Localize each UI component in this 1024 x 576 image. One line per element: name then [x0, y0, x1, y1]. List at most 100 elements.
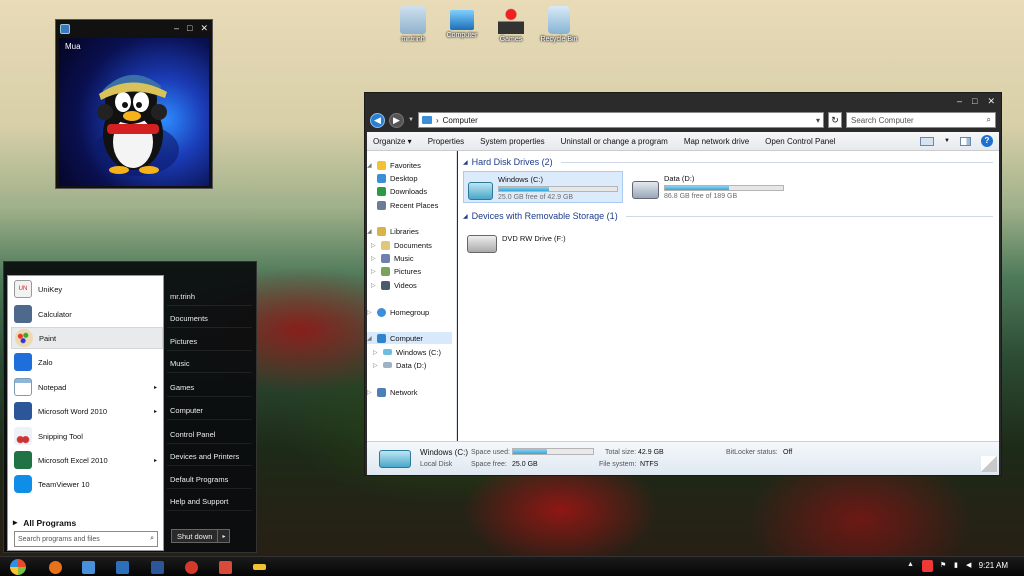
action-center-icon[interactable]: ⚑ [940, 561, 946, 569]
nav-data-d[interactable]: ▷ Data (D:) [373, 359, 426, 371]
volume-icon[interactable]: ◀ [966, 561, 971, 569]
taskbar-media-player[interactable] [107, 558, 137, 576]
drive-usage-fill [499, 187, 549, 191]
start-link-pictures[interactable]: Pictures [167, 333, 252, 351]
drive-icon [383, 349, 392, 355]
all-programs-button[interactable]: ▸ All Programs [13, 517, 76, 528]
network-tray-icon[interactable]: ▮ [954, 561, 958, 569]
program-snipping-tool[interactable]: Snipping Tool [11, 425, 163, 447]
back-button[interactable]: ◀ [370, 112, 385, 128]
vivaldi-tray-icon[interactable] [922, 560, 933, 572]
command-bar: Organize ▾ Properties System properties … [367, 132, 999, 151]
nav-downloads[interactable]: Downloads [377, 185, 427, 197]
taskbar-file-explorer[interactable] [73, 558, 103, 576]
maximize-button[interactable]: □ [187, 23, 192, 34]
space-used-fill [513, 449, 547, 454]
nav-computer[interactable]: ◢ Computer [367, 332, 452, 344]
chevron-down-icon[interactable]: ▼ [944, 138, 950, 144]
shutdown-button[interactable]: Shut down [172, 530, 219, 542]
address-bar[interactable]: › Computer ▾ [417, 112, 824, 128]
start-link-documents[interactable]: Documents [167, 310, 252, 328]
joystick-icon [498, 6, 524, 34]
nav-network[interactable]: ▷ Network [367, 386, 418, 398]
desktop-icon-recycle-bin[interactable]: Recycle Bin [534, 6, 584, 43]
taskbar-word[interactable] [142, 558, 172, 576]
show-hidden-icons-button[interactable]: ▲ [907, 561, 914, 568]
taskbar-app[interactable] [244, 558, 274, 576]
program-unikey[interactable]: UN UniKey [11, 278, 163, 300]
taskbar-paint[interactable] [210, 558, 240, 576]
map-network-drive-button[interactable]: Map network drive [684, 137, 749, 146]
submenu-arrow-icon[interactable]: ▸ [154, 408, 157, 415]
start-link-user[interactable]: mr.trinh [167, 288, 252, 306]
nav-windows-c[interactable]: ▷ Windows (C:) [373, 346, 441, 358]
desktop-icon-games[interactable]: Games [486, 6, 536, 43]
clock[interactable]: 9:21 AM [979, 561, 1008, 570]
start-button[interactable] [4, 558, 32, 576]
start-search-input[interactable]: Search programs and files ⌕ [14, 531, 158, 547]
search-placeholder: Search Computer [851, 115, 914, 125]
nav-desktop[interactable]: Desktop [377, 172, 418, 184]
view-options-icon[interactable] [920, 136, 935, 146]
nav-documents[interactable]: ▷ Documents [371, 239, 432, 251]
group-removable-storage[interactable]: ◢ Devices with Removable Storage (1) [463, 211, 993, 221]
start-link-help-support[interactable]: Help and Support [167, 493, 252, 511]
open-control-panel-button[interactable]: Open Control Panel [765, 137, 835, 146]
group-hard-disk-drives[interactable]: ◢ Hard Disk Drives (2) [463, 157, 993, 167]
desktop-icon-computer[interactable]: Computer [437, 6, 487, 39]
nav-homegroup[interactable]: ▷ Homegroup [367, 306, 429, 318]
details-pane: Windows (C:) Local Disk Space used: Spac… [367, 441, 999, 475]
start-link-default-programs[interactable]: Default Programs [167, 471, 252, 489]
submenu-arrow-icon[interactable]: ▸ [154, 384, 157, 391]
drive-dvd-f[interactable]: DVD RW Drive (F:) [463, 225, 623, 257]
help-icon[interactable]: ? [981, 135, 993, 147]
preview-pane-icon[interactable] [960, 136, 971, 146]
mua-titlebar[interactable]: – □ ✕ [56, 20, 212, 37]
nav-music[interactable]: ▷ Music [371, 252, 414, 264]
minimize-button[interactable]: – [957, 96, 962, 107]
start-link-devices-printers[interactable]: Devices and Printers [167, 448, 252, 466]
videos-icon [381, 280, 390, 290]
nav-libraries[interactable]: ◢ Libraries [367, 225, 419, 237]
maximize-button[interactable]: □ [972, 96, 977, 107]
music-icon [381, 253, 390, 263]
program-teamviewer[interactable]: TeamViewer 10 [11, 473, 163, 495]
taskbar-firefox[interactable] [40, 558, 70, 576]
nav-recent-places[interactable]: Recent Places [377, 199, 438, 211]
forward-button[interactable]: ▶ [389, 112, 404, 128]
uninstall-button[interactable]: Uninstall or change a program [561, 137, 668, 146]
nav-videos[interactable]: ▷ Videos [371, 279, 417, 291]
properties-button[interactable]: Properties [428, 137, 464, 146]
taskbar-chrome[interactable] [176, 558, 206, 576]
paint-icon [218, 560, 232, 574]
close-button[interactable]: ✕ [987, 96, 995, 107]
program-calculator[interactable]: Calculator [11, 303, 163, 325]
start-link-computer[interactable]: Computer [167, 402, 252, 420]
program-word-2010[interactable]: Microsoft Word 2010 ▸ [11, 400, 163, 422]
recent-pages-icon[interactable]: ▼ [408, 117, 414, 123]
close-button[interactable]: ✕ [200, 23, 208, 34]
desktop-icon-user[interactable]: mr.trinh [388, 6, 438, 43]
start-link-control-panel[interactable]: Control Panel [167, 426, 252, 444]
program-paint[interactable]: Paint [11, 327, 163, 349]
drive-data-d[interactable]: Data (D:) 86.8 GB free of 189 GB [628, 171, 788, 203]
explorer-window[interactable]: – □ ✕ ◀ ▶ ▼ › Computer ▾ ↻ Search Comput… [364, 92, 1002, 476]
nav-favorites[interactable]: ◢ Favorites [367, 159, 421, 171]
shutdown-options-button[interactable]: ▸ [218, 530, 229, 542]
address-dropdown-icon[interactable]: ▾ [816, 116, 820, 125]
start-link-music[interactable]: Music [167, 355, 252, 373]
organize-button[interactable]: Organize ▾ [373, 137, 412, 146]
program-notepad[interactable]: Notepad ▸ [11, 376, 163, 398]
firefox-icon [48, 560, 62, 574]
search-input[interactable]: Search Computer ⌕ [846, 112, 996, 128]
submenu-arrow-icon[interactable]: ▸ [154, 457, 157, 464]
program-zalo[interactable]: Zalo [11, 351, 163, 373]
system-properties-button[interactable]: System properties [480, 137, 544, 146]
nav-pictures[interactable]: ▷ Pictures [371, 265, 421, 277]
refresh-button[interactable]: ↻ [828, 112, 842, 128]
program-excel-2010[interactable]: Microsoft Excel 2010 ▸ [11, 449, 163, 471]
drive-windows-c[interactable]: Windows (C:) 25.0 GB free of 42.9 GB [463, 171, 623, 203]
mua-player-window[interactable]: – □ ✕ Mua [55, 19, 213, 189]
minimize-button[interactable]: – [174, 23, 179, 34]
start-link-games[interactable]: Games [167, 379, 252, 397]
